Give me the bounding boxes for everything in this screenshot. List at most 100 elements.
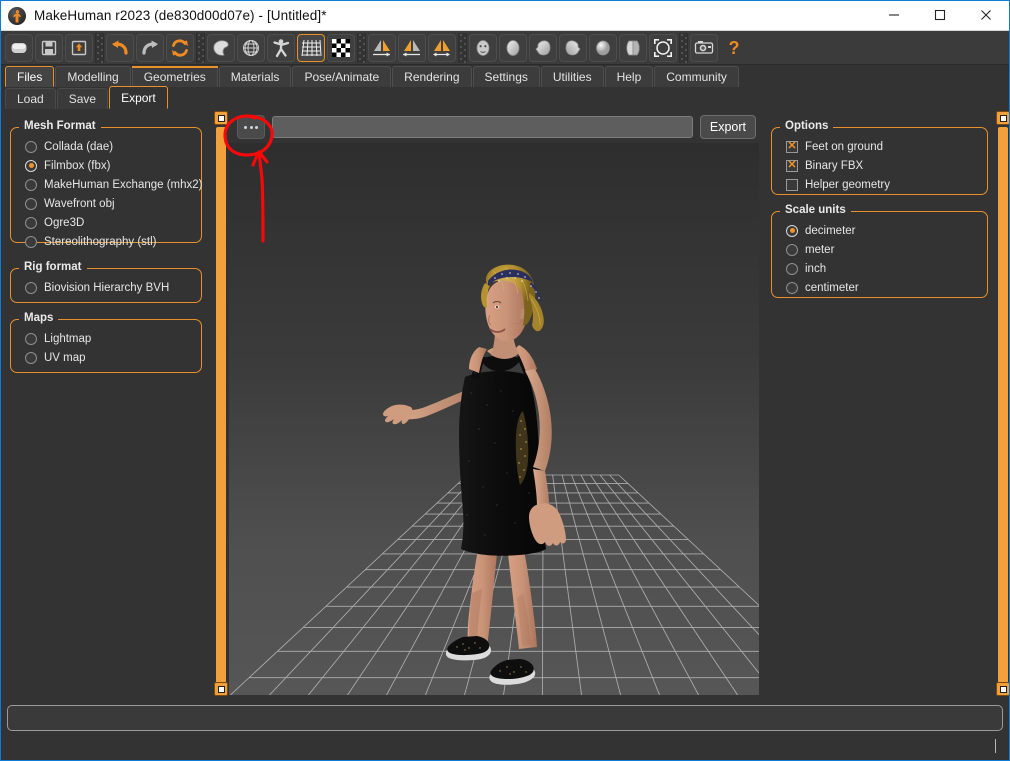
bottom-view-icon[interactable] bbox=[619, 33, 647, 62]
radio-wavefront-obj[interactable]: Wavefront obj bbox=[25, 194, 193, 213]
undo-icon[interactable] bbox=[106, 33, 134, 62]
radio-lightmap[interactable]: Lightmap bbox=[25, 329, 193, 348]
option-label: Biovision Hierarchy BVH bbox=[44, 281, 170, 294]
left-splitter-bar[interactable] bbox=[216, 127, 226, 685]
background-icon[interactable] bbox=[327, 33, 355, 62]
export-path-input[interactable] bbox=[272, 116, 693, 138]
right-splitter-handle-top[interactable] bbox=[996, 111, 1009, 125]
option-label: inch bbox=[805, 262, 827, 275]
radio-uv-map[interactable]: UV map bbox=[25, 348, 193, 367]
tab-help[interactable]: Help bbox=[604, 66, 654, 87]
tab-label: Geometries bbox=[143, 70, 206, 84]
wireframe-icon[interactable] bbox=[237, 33, 265, 62]
grid-icon[interactable] bbox=[297, 33, 325, 62]
mesh-format-group: Mesh Format Collada (dae) Filmbox (fbx) … bbox=[10, 120, 203, 248]
option-label: Collada (dae) bbox=[44, 140, 114, 153]
right-splitter-bar[interactable] bbox=[998, 127, 1008, 685]
maps-group: Maps Lightmap UV map bbox=[10, 312, 202, 373]
tab-files[interactable]: Files bbox=[5, 66, 55, 87]
human-figure bbox=[383, 264, 566, 685]
minimize-button[interactable] bbox=[871, 1, 917, 30]
radio-filmbox-fbx[interactable]: Filmbox (fbx) bbox=[25, 156, 193, 175]
reset-mesh-icon[interactable] bbox=[166, 33, 194, 62]
radio-indicator bbox=[25, 235, 37, 248]
checkbox-indicator bbox=[786, 140, 798, 153]
option-label: Stereolithography (stl) bbox=[44, 235, 157, 248]
subtab-load[interactable]: Load bbox=[5, 88, 56, 109]
sub-tab-bar: Load Save Export bbox=[1, 86, 1009, 109]
save-icon[interactable] bbox=[35, 33, 63, 62]
reset-camera-icon[interactable] bbox=[649, 33, 677, 62]
status-bar[interactable] bbox=[7, 705, 1003, 731]
load-icon[interactable] bbox=[65, 33, 93, 62]
tab-label: Pose/Animate bbox=[304, 70, 380, 84]
tab-modelling[interactable]: Modelling bbox=[55, 66, 131, 87]
maximize-button[interactable] bbox=[917, 1, 963, 30]
symmetry-left-icon[interactable] bbox=[398, 33, 426, 62]
symmetry-icon[interactable] bbox=[428, 33, 456, 62]
radio-biovision-bvh[interactable]: Biovision Hierarchy BVH bbox=[25, 278, 193, 297]
tab-materials[interactable]: Materials bbox=[218, 66, 292, 87]
smooth-icon[interactable] bbox=[207, 33, 235, 62]
checkbox-feet-on-ground[interactable]: Feet on ground bbox=[786, 137, 979, 156]
scale-units-title: Scale units bbox=[780, 204, 851, 216]
tab-community[interactable]: Community bbox=[654, 66, 739, 87]
ellipsis-icon bbox=[249, 125, 253, 129]
radio-indicator bbox=[25, 281, 37, 294]
redo-icon[interactable] bbox=[136, 33, 164, 62]
radio-indicator bbox=[25, 140, 37, 153]
radio-decimeter[interactable]: decimeter bbox=[786, 221, 979, 240]
help-icon[interactable]: ? bbox=[720, 34, 748, 62]
left-splitter-handle-bottom[interactable] bbox=[214, 682, 228, 696]
subtab-label: Load bbox=[17, 92, 44, 106]
radio-indicator bbox=[786, 262, 798, 275]
radio-indicator bbox=[25, 197, 37, 210]
back-view-icon[interactable] bbox=[499, 33, 527, 62]
subtab-save[interactable]: Save bbox=[56, 88, 109, 109]
3d-model-viewport[interactable] bbox=[229, 143, 759, 695]
tab-label: Community bbox=[666, 70, 727, 84]
export-button[interactable]: Export bbox=[699, 115, 756, 139]
tab-geometries[interactable]: Geometries bbox=[131, 66, 218, 87]
checkbox-binary-fbx[interactable]: Binary FBX bbox=[786, 156, 979, 175]
tab-rendering[interactable]: Rendering bbox=[392, 66, 472, 87]
radio-meter[interactable]: meter bbox=[786, 240, 979, 259]
subtab-export[interactable]: Export bbox=[109, 86, 168, 109]
option-label: MakeHuman Exchange (mhx2) bbox=[44, 178, 203, 191]
toolbar-separator bbox=[458, 32, 467, 63]
top-view-icon[interactable] bbox=[589, 33, 617, 62]
toolbar-separator bbox=[357, 32, 366, 63]
pose-icon[interactable] bbox=[267, 33, 295, 62]
toolbar-group-symmetry bbox=[368, 33, 456, 62]
rig-format-group: Rig format Biovision Hierarchy BVH bbox=[10, 261, 202, 303]
front-view-icon[interactable] bbox=[469, 33, 497, 62]
radio-ogre3d[interactable]: Ogre3D bbox=[25, 213, 193, 232]
makehuman-logo-icon bbox=[8, 6, 26, 25]
left-splitter-handle-top[interactable] bbox=[214, 111, 228, 125]
tab-pose-animate[interactable]: Pose/Animate bbox=[292, 66, 392, 87]
svg-text:?: ? bbox=[729, 38, 740, 58]
grab-screen-icon[interactable] bbox=[690, 33, 718, 62]
radio-collada-dae[interactable]: Collada (dae) bbox=[25, 137, 193, 156]
browse-button[interactable] bbox=[237, 115, 265, 139]
toolbar-group-file bbox=[5, 33, 93, 62]
right-view-icon[interactable] bbox=[559, 33, 587, 62]
checkbox-helper-geometry[interactable]: Helper geometry bbox=[786, 175, 979, 194]
toolbar-separator bbox=[196, 32, 205, 63]
radio-inch[interactable]: inch bbox=[786, 259, 979, 278]
right-splitter-handle-bottom[interactable] bbox=[996, 682, 1009, 696]
radio-centimeter[interactable]: centimeter bbox=[786, 278, 979, 297]
scale-units-group: Scale units decimeter meter inch centime… bbox=[771, 204, 988, 298]
symmetry-right-icon[interactable] bbox=[368, 33, 396, 62]
radio-mhx2[interactable]: MakeHuman Exchange (mhx2) bbox=[25, 175, 203, 194]
title-bar: MakeHuman r2023 (de830d00d07e) - [Untitl… bbox=[1, 1, 1009, 31]
tab-label: Help bbox=[616, 70, 642, 84]
close-button[interactable] bbox=[963, 1, 1009, 30]
tab-utilities[interactable]: Utilities bbox=[540, 66, 604, 87]
options-title: Options bbox=[780, 120, 834, 132]
radio-indicator bbox=[786, 281, 798, 294]
left-view-icon[interactable] bbox=[529, 33, 557, 62]
radio-stereolithography-stl[interactable]: Stereolithography (stl) bbox=[25, 232, 193, 251]
tab-settings[interactable]: Settings bbox=[472, 66, 540, 87]
new-icon[interactable] bbox=[5, 33, 33, 62]
